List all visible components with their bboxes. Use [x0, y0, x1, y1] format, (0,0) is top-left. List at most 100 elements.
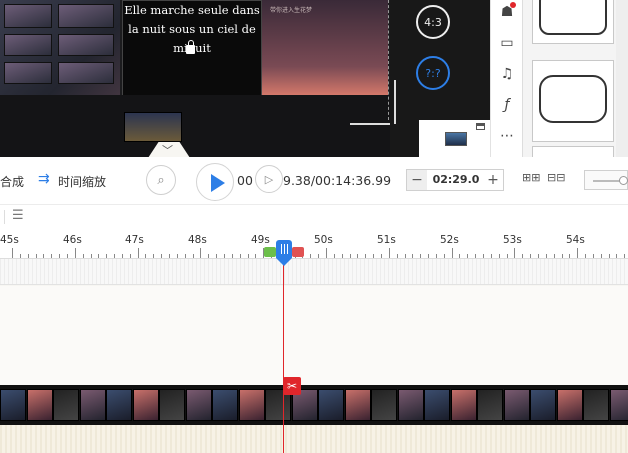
- ruler-tick: [585, 254, 587, 258]
- notification-dot: [510, 2, 516, 8]
- video-clip-track[interactable]: [0, 385, 628, 425]
- split-scissors-icon[interactable]: ✂: [283, 377, 301, 395]
- time-zoom-button[interactable]: 时间缩放: [58, 173, 106, 190]
- time-ruler[interactable]: 45s 46s 47s 48s 49s 50s 51s 52s 53s 54s: [0, 229, 628, 259]
- out-point-marker[interactable]: [292, 247, 304, 257]
- clip-frame: [450, 389, 477, 421]
- ruler-tick: [365, 254, 367, 258]
- timeline-workspace[interactable]: [0, 286, 628, 385]
- folder-icon[interactable]: ▭: [499, 35, 515, 51]
- strip-thumbnail[interactable]: [124, 112, 182, 142]
- clip-frame: [132, 389, 159, 421]
- ruler-tick: [200, 248, 202, 258]
- music-icon[interactable]: ♫: [499, 66, 515, 82]
- ruler-tick: [569, 254, 571, 258]
- mini-preview-panel[interactable]: [419, 120, 490, 157]
- split-track-icon[interactable]: ⊞⊞: [522, 171, 540, 184]
- ruler-tick: [161, 254, 163, 258]
- clip-frame: [212, 389, 238, 421]
- duration-plus-button[interactable]: +: [483, 170, 503, 190]
- fullscreen-preview-button[interactable]: ▷: [255, 165, 283, 193]
- side-toolbar: ☗ ▭ ♫ ƒ ⋯: [490, 0, 522, 157]
- video-background-frame: 带你进入生花梦: [262, 0, 388, 95]
- duration-minus-button[interactable]: −: [407, 170, 427, 190]
- tick-label: 52s: [440, 234, 459, 246]
- maximize-icon[interactable]: [476, 123, 485, 130]
- ruler-tick: [106, 254, 108, 258]
- bubble-template-1[interactable]: [532, 0, 614, 44]
- ruler-tick: [420, 254, 422, 258]
- clip-frame: [424, 389, 450, 421]
- ruler-tick: [530, 254, 532, 258]
- tick-label: 48s: [188, 234, 207, 246]
- playhead-handle[interactable]: [276, 240, 292, 266]
- ruler-tick: [90, 254, 92, 258]
- ruler-tick: [561, 254, 563, 258]
- in-point-marker[interactable]: [264, 247, 276, 257]
- tick-label: 46s: [63, 234, 82, 246]
- clip-frame: [53, 389, 79, 421]
- duration-value[interactable]: 02:29.0: [429, 170, 483, 190]
- ruler-tick: [341, 254, 343, 258]
- audio-track[interactable]: [0, 425, 628, 453]
- ruler-tick: [326, 248, 327, 258]
- caption-line-2: la nuit sous un ciel de: [128, 22, 256, 36]
- zoom-preview-button[interactable]: ⌕: [146, 165, 176, 195]
- ruler-tick: [624, 254, 626, 258]
- ruler-tick: [169, 254, 170, 258]
- tick-label: 45s: [0, 234, 19, 246]
- ruler-tick: [231, 254, 233, 258]
- ruler-tick: [318, 254, 320, 258]
- more-icon[interactable]: ⋯: [499, 128, 515, 144]
- clip-frame: [185, 389, 212, 421]
- effects-icon[interactable]: ƒ: [499, 97, 515, 113]
- timeline-zoom-slider[interactable]: [584, 170, 628, 190]
- bubble-template-2[interactable]: [532, 60, 614, 142]
- ruler-tick: [208, 254, 210, 258]
- ruler-tick: [577, 248, 579, 258]
- clip-frame: [371, 389, 397, 421]
- ruler-tick: [514, 248, 516, 258]
- clip-frame: [26, 389, 53, 421]
- lock-icon[interactable]: [186, 40, 195, 54]
- bubble-template-3[interactable]: [532, 146, 614, 157]
- clip-frame: [0, 389, 26, 421]
- ruler-tick: [349, 254, 351, 258]
- speech-bubble-panel: [522, 0, 628, 157]
- ruler-tick: [616, 254, 618, 258]
- ruler-tick: [443, 254, 445, 258]
- empty-track[interactable]: [0, 259, 628, 285]
- ruler-tick: [51, 254, 53, 258]
- clip-frame: [238, 389, 265, 421]
- ruler-tick: [223, 254, 225, 258]
- clip-frame: [556, 389, 583, 421]
- time-zoom-icon[interactable]: ⇉: [38, 171, 50, 187]
- ruler-tick: [412, 254, 414, 258]
- ruler-tick: [373, 254, 375, 258]
- ruler-tick: [592, 254, 594, 258]
- ruler-tick: [27, 254, 29, 258]
- ruler-tick: [137, 248, 139, 258]
- ruler-tick: [114, 254, 116, 258]
- canvas-edge-guide: [388, 0, 389, 120]
- ruler-tick: [522, 254, 524, 258]
- ruler-tick: [475, 254, 477, 258]
- ruler-tick: [310, 254, 312, 258]
- time-display: 9.38/00:14:36.99: [283, 173, 392, 188]
- ratio-custom-button[interactable]: ?:?: [416, 56, 450, 90]
- ruler-tick: [467, 254, 469, 258]
- play-button[interactable]: [196, 163, 234, 201]
- tick-label: 47s: [125, 234, 144, 246]
- ruler-tick: [451, 248, 453, 258]
- background-caption: 带你进入生花梦: [270, 7, 313, 14]
- ruler-tick: [129, 254, 131, 258]
- ratio-4-3-button[interactable]: 4:3: [416, 5, 450, 39]
- clip-frame: [609, 389, 628, 421]
- compose-label[interactable]: 合成: [0, 173, 24, 190]
- bubble-scrollbar[interactable]: [616, 0, 628, 157]
- track-list-icon[interactable]: ☰: [12, 208, 24, 223]
- ruler-tick: [498, 254, 500, 258]
- clip-frame: [583, 389, 609, 421]
- ruler-tick: [35, 254, 37, 258]
- merge-track-icon[interactable]: ⊟⊟: [547, 171, 565, 184]
